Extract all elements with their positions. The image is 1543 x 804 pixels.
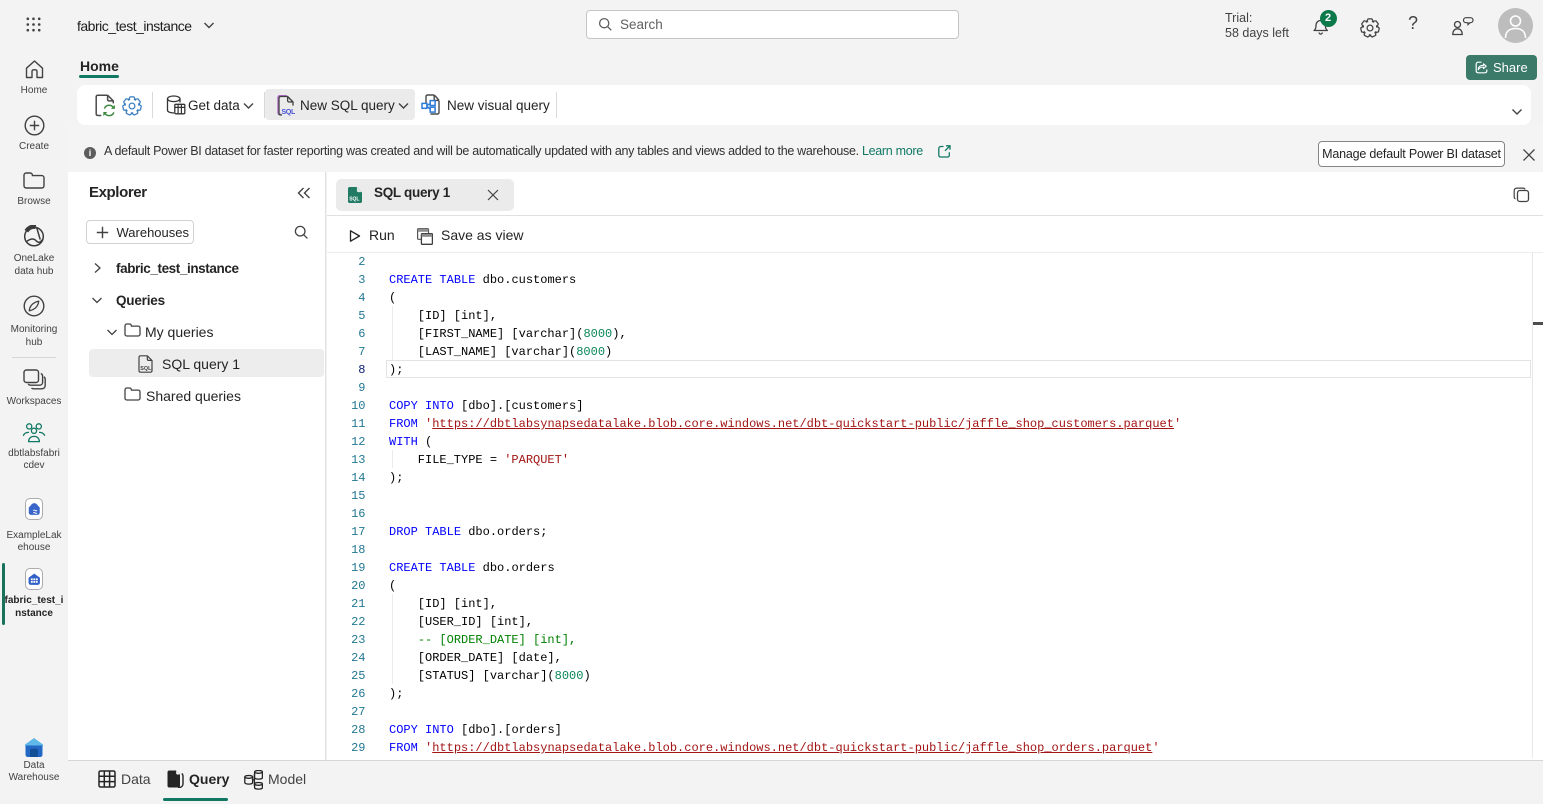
svg-text:SQL: SQL bbox=[281, 107, 295, 116]
svg-text:SQL: SQL bbox=[140, 366, 152, 372]
svg-text:SQL: SQL bbox=[349, 196, 359, 202]
